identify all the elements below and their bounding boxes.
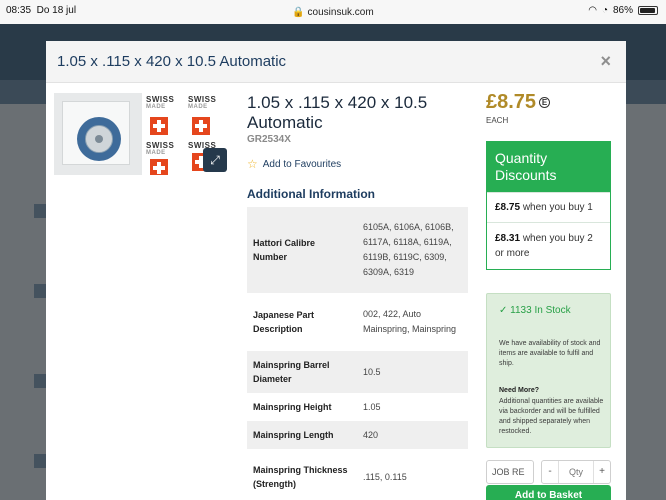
- quantity-stepper[interactable]: - +: [541, 460, 611, 484]
- stock-description: We have availability of stock and items …: [499, 340, 601, 367]
- discount-tier: £8.31 when you buy 2 or more: [487, 222, 610, 261]
- price-unit: EACH: [486, 116, 509, 125]
- increase-quantity-button[interactable]: +: [594, 461, 610, 483]
- decrease-quantity-button[interactable]: -: [542, 461, 558, 483]
- table-row: Hattori Calibre Number 6105A, 6106A, 610…: [247, 207, 468, 293]
- swiss-flag-icon: [150, 117, 168, 135]
- close-icon[interactable]: ×: [600, 51, 611, 72]
- mainspring-disc: [77, 117, 121, 161]
- product-price: £8.75 E: [486, 91, 551, 114]
- star-icon: ☆: [247, 157, 258, 171]
- additional-information-heading: Additional Information: [247, 187, 375, 201]
- swiss-made-text: SWISS: [146, 95, 175, 104]
- quantity-discounts-panel: Quantity Discounts £8.75 when you buy 1 …: [486, 141, 611, 270]
- table-row: Mainspring Height 1.05: [247, 393, 468, 421]
- battery-percent: 86%: [612, 5, 633, 16]
- mainspring-photo: [54, 93, 142, 175]
- stock-panel: ✓ 1133 In Stock We have availability of …: [486, 293, 611, 448]
- spec-label: Mainspring Length: [247, 421, 355, 449]
- spec-value: .115, 0.115: [355, 449, 468, 500]
- swiss-flag-icon: [150, 159, 168, 175]
- backorder-description: Additional quantities are available via …: [499, 398, 604, 435]
- status-indicators: ◠ ◔ 86%: [588, 5, 658, 16]
- check-icon: ✓: [499, 305, 508, 316]
- modal-title: 1.05 x .115 x 420 x 10.5 Automatic: [57, 53, 287, 70]
- product-sku: GR2534X: [247, 134, 291, 145]
- add-to-basket-button[interactable]: Add to Basket: [486, 485, 611, 500]
- table-row: Japanese Part Description 002, 422, Auto…: [247, 293, 468, 351]
- product-modal: 1.05 x .115 x 420 x 10.5 Automatic × SWI…: [46, 41, 626, 500]
- table-row: Mainspring Barrel Diameter 10.5: [247, 351, 468, 393]
- swiss-made-text: MADE: [146, 104, 166, 110]
- table-row: Mainspring Length 420: [247, 421, 468, 449]
- table-row: Mainspring Thickness (Strength) .115, 0.…: [247, 449, 468, 500]
- battery-icon: [638, 6, 658, 15]
- swiss-flag-icon: [192, 117, 210, 135]
- spec-value: 6105A, 6106A, 6106B, 6117A, 6118A, 6119A…: [355, 207, 468, 293]
- stock-status: ✓ 1133 In Stock: [499, 305, 571, 316]
- spec-label: Mainspring Barrel Diameter: [247, 351, 355, 393]
- price-info-icon[interactable]: E: [539, 97, 551, 109]
- swiss-made-text: MADE: [146, 150, 166, 156]
- add-to-favourites-link[interactable]: ☆ Add to Favourites: [247, 157, 341, 171]
- swiss-made-text: SWISS: [188, 95, 217, 104]
- spec-label: Mainspring Thickness (Strength): [247, 449, 355, 500]
- need-more-heading: Need More?: [499, 387, 540, 394]
- lock-icon: 🔒: [292, 7, 305, 18]
- product-title: 1.05 x .115 x 420 x 10.5 Automatic: [247, 93, 428, 132]
- spec-value: 10.5: [355, 351, 468, 393]
- status-bar: 08:35 Do 18 jul 🔒 cousinsuk.com ◠ ◔ 86%: [0, 0, 666, 24]
- favourites-label: Add to Favourites: [262, 158, 342, 170]
- spec-label: Mainspring Height: [247, 393, 355, 421]
- expand-icon: ⤢: [210, 153, 220, 167]
- spec-value: 002, 422, Auto Mainspring, Mainspring: [355, 293, 468, 351]
- expand-image-button[interactable]: ⤢: [203, 148, 227, 172]
- discount-tier: £8.75 when you buy 1: [487, 192, 610, 222]
- swiss-made-text: SWISS: [146, 141, 175, 150]
- spec-table: Hattori Calibre Number 6105A, 6106A, 610…: [247, 207, 468, 500]
- spec-value: 1.05: [355, 393, 468, 421]
- modal-header: 1.05 x .115 x 420 x 10.5 Automatic ×: [46, 41, 626, 83]
- quantity-input[interactable]: [558, 461, 594, 483]
- spec-label: Japanese Part Description: [247, 293, 355, 351]
- address-bar[interactable]: 🔒 cousinsuk.com: [0, 7, 666, 18]
- wifi-icon: ◠: [588, 5, 597, 16]
- spec-label: Hattori Calibre Number: [247, 207, 355, 293]
- alarm-icon: ◔: [601, 5, 608, 16]
- job-reference-input[interactable]: [486, 460, 534, 484]
- swiss-made-text: MADE: [188, 104, 208, 110]
- quantity-discounts-heading: Quantity Discounts: [487, 142, 610, 192]
- spec-value: 420: [355, 421, 468, 449]
